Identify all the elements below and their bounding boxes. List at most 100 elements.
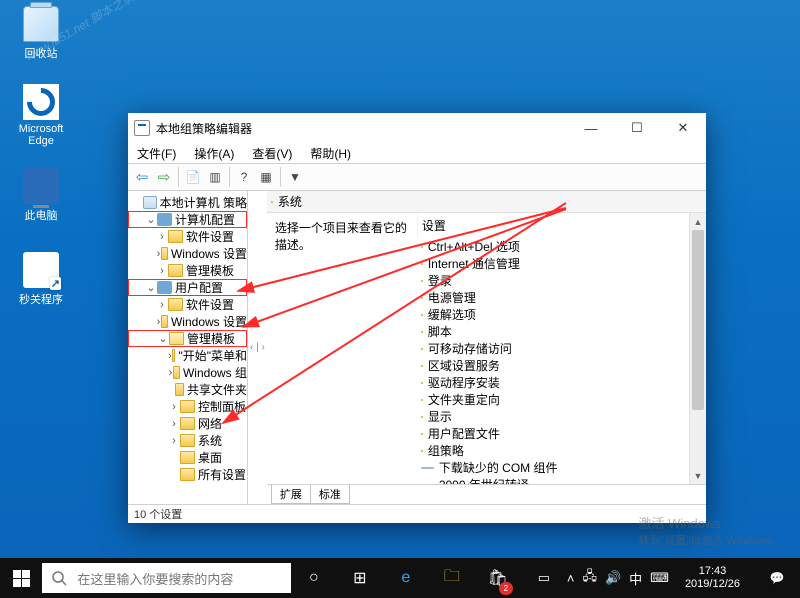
explorer-taskbar-icon[interactable]: 🗀	[429, 558, 475, 598]
list-item[interactable]: 用户配置文件	[417, 425, 706, 442]
tree-item[interactable]: ›管理模板	[128, 262, 247, 279]
tree-label: 用户配置	[175, 279, 223, 296]
properties-button[interactable]: ▦	[255, 166, 277, 188]
tree-item[interactable]: ›Windows 设置	[128, 245, 247, 262]
list-item[interactable]: Internet 通信管理	[417, 255, 706, 272]
item-label: 文件夹重定向	[428, 391, 500, 408]
store-taskbar-icon[interactable]: 🛍2	[475, 558, 521, 598]
tree-label: 软件设置	[186, 228, 234, 245]
task-view-icon[interactable]: ⊞	[337, 558, 383, 598]
tree-label: 本地计算机 策略	[160, 194, 247, 211]
tree-system[interactable]: ›系统	[128, 432, 247, 449]
back-button[interactable]: ⇦	[131, 166, 153, 188]
tree-item[interactable]: ›Windows 设置	[128, 313, 247, 330]
menu-help[interactable]: 帮助(H)	[306, 143, 355, 164]
list-item[interactable]: 脚本	[417, 323, 706, 340]
start-button[interactable]	[0, 558, 42, 598]
menu-action[interactable]: 操作(A)	[190, 143, 238, 164]
tree-label: 控制面板	[198, 398, 246, 415]
column-header-settings[interactable]: 设置	[417, 213, 706, 238]
tree-label: "开始"菜单和	[178, 347, 247, 364]
window-body: 本地计算机 策略 ⌄计算机配置 ›软件设置 ›Windows 设置 ›管理模板 …	[128, 191, 706, 505]
ime-icon[interactable]: ⌨	[650, 570, 669, 586]
network-icon[interactable]: 🖧	[582, 567, 597, 589]
splitter[interactable]: ‹ | ›	[248, 191, 267, 504]
close-button[interactable]: ✕	[660, 113, 706, 143]
setting-icon	[421, 467, 434, 469]
folder-icon	[421, 382, 423, 384]
desktop-edge[interactable]: Microsoft Edge	[13, 84, 69, 147]
tree-item[interactable]: ›控制面板	[128, 398, 247, 415]
item-label: 区域设置服务	[428, 357, 500, 374]
list-item[interactable]: 登录	[417, 272, 706, 289]
cortana-icon[interactable]: ○	[291, 558, 337, 598]
list-item[interactable]: 电源管理	[417, 289, 706, 306]
taskbar: 在这里输入你要搜索的内容 ○ ⊞ e 🗀 🛍2 ▭ ˄ 🖧 🔊 中 ⌨ 17:4…	[0, 558, 800, 598]
item-label: 可移动存储访问	[428, 340, 512, 357]
tree-item[interactable]: 桌面	[128, 449, 247, 466]
list-item[interactable]: Ctrl+Alt+Del 选项	[417, 238, 706, 255]
list-item[interactable]: 可移动存储访问	[417, 340, 706, 357]
minimize-button[interactable]: —	[568, 113, 614, 143]
scroll-up-button[interactable]: ▲	[690, 213, 706, 230]
content-title: 系统	[278, 193, 302, 210]
vertical-scrollbar[interactable]: ▲ ▼	[689, 213, 706, 484]
tree-root[interactable]: 本地计算机 策略	[128, 194, 247, 211]
tree-computer-config[interactable]: ⌄计算机配置	[128, 211, 247, 228]
ime-indicator[interactable]: 中	[629, 569, 642, 588]
list-item[interactable]: 2000 年世纪转译	[417, 476, 706, 484]
tree-item[interactable]: ›软件设置	[128, 228, 247, 245]
search-box[interactable]: 在这里输入你要搜索的内容	[42, 563, 290, 593]
desktop-shortcut[interactable]: 秒关程序	[13, 252, 69, 307]
notifications-button[interactable]: 💬	[756, 558, 798, 598]
edge-taskbar-icon[interactable]: e	[383, 558, 429, 598]
tree-item[interactable]: 共享文件夹	[128, 381, 247, 398]
folder-icon	[180, 434, 195, 447]
forward-button[interactable]: ⇨	[153, 166, 175, 188]
scroll-down-button[interactable]: ▼	[690, 467, 706, 484]
folder-icon	[421, 314, 423, 316]
activation-title: 激活 Windows	[639, 513, 783, 532]
gpedit-taskbar-icon[interactable]: ▭	[521, 558, 567, 598]
list-item[interactable]: 驱动程序安装	[417, 374, 706, 391]
item-label: 显示	[428, 408, 452, 425]
clock[interactable]: 17:43 2019/12/26	[677, 565, 748, 591]
list-item[interactable]: 下载缺少的 COM 组件	[417, 459, 706, 476]
tray-chevron-up-icon[interactable]: ˄	[567, 571, 575, 586]
tree-label: 桌面	[198, 449, 222, 466]
tree-user-config[interactable]: ⌄用户配置	[128, 279, 247, 296]
volume-icon[interactable]: 🔊	[605, 570, 621, 586]
settings-list: 设置 Ctrl+Alt+Del 选项Internet 通信管理登录电源管理缓解选…	[417, 213, 706, 484]
folder-icon	[421, 399, 423, 401]
tree-label: 计算机配置	[175, 211, 235, 228]
list-item[interactable]: 缓解选项	[417, 306, 706, 323]
list-item[interactable]: 文件夹重定向	[417, 391, 706, 408]
filter-button[interactable]: ▼	[284, 166, 306, 188]
menu-file[interactable]: 文件(F)	[133, 143, 180, 164]
list-item[interactable]: 显示	[417, 408, 706, 425]
list-item[interactable]: 组策略	[417, 442, 706, 459]
tree-item[interactable]: 所有设置	[128, 466, 247, 483]
item-label: 脚本	[428, 323, 452, 340]
tree-item[interactable]: ›网络	[128, 415, 247, 432]
pc-icon	[23, 168, 59, 204]
tab-standard[interactable]: 标准	[310, 485, 350, 504]
tree-label: Windows 组	[183, 364, 247, 381]
tree-label: 管理模板	[186, 262, 234, 279]
titlebar[interactable]: 本地组策略编辑器 — ☐ ✕	[128, 113, 706, 143]
tree-item[interactable]: ›软件设置	[128, 296, 247, 313]
desktop-this-pc[interactable]: 此电脑	[13, 168, 69, 223]
tree-admin-templates[interactable]: ⌄管理模板	[128, 330, 247, 347]
menu-view[interactable]: 查看(V)	[248, 143, 296, 164]
statusbar: 10 个设置	[128, 505, 706, 523]
maximize-button[interactable]: ☐	[614, 113, 660, 143]
tab-extended[interactable]: 扩展	[271, 485, 311, 504]
up-button[interactable]: 📄	[182, 166, 204, 188]
tree-item[interactable]: ›"开始"菜单和	[128, 347, 247, 364]
list-item[interactable]: 区域设置服务	[417, 357, 706, 374]
folder-icon	[180, 400, 195, 413]
tree-item[interactable]: ›Windows 组	[128, 364, 247, 381]
scroll-thumb[interactable]	[692, 230, 704, 410]
help-button[interactable]: ?	[233, 166, 255, 188]
show-hide-tree-button[interactable]: ▥	[204, 166, 226, 188]
